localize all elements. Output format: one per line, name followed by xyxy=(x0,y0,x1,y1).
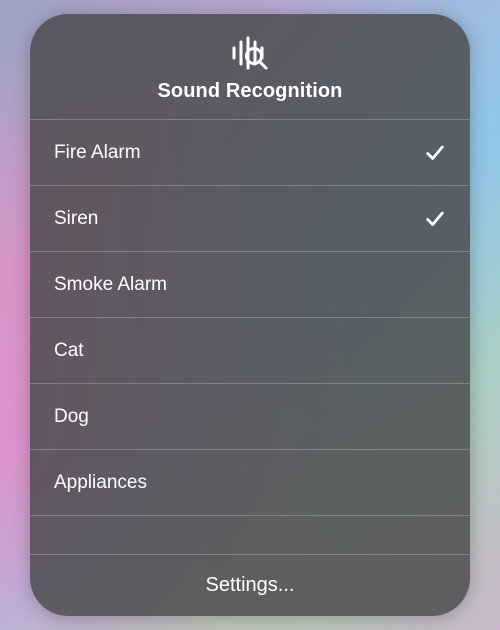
sound-label: Smoke Alarm xyxy=(54,274,167,296)
sound-label: Siren xyxy=(54,208,98,230)
sound-list: Fire Alarm Siren Smoke Alarm Cat Dog Applianc… xyxy=(30,119,470,554)
sound-row[interactable]: Dog xyxy=(30,384,470,450)
settings-button[interactable]: Settings... xyxy=(190,566,311,605)
sound-row[interactable]: Cat xyxy=(30,318,470,384)
sound-row[interactable]: Siren xyxy=(30,186,470,252)
checkmark-icon xyxy=(418,208,446,230)
sound-row[interactable]: Appliances xyxy=(30,450,470,516)
sound-label: Fire Alarm xyxy=(54,142,141,164)
panel-header: Sound Recognition xyxy=(30,14,470,119)
panel-footer: Settings... xyxy=(30,554,470,616)
sound-row[interactable]: Smoke Alarm xyxy=(30,252,470,318)
panel-title: Sound Recognition xyxy=(157,80,342,103)
sound-label: Appliances xyxy=(54,472,147,494)
checkmark-icon xyxy=(418,142,446,164)
sound-recognition-icon xyxy=(230,36,270,70)
sound-recognition-panel: Sound Recognition Fire Alarm Siren Smoke A… xyxy=(30,14,470,616)
sound-row[interactable]: Fire Alarm xyxy=(30,120,470,186)
sound-label: Dog xyxy=(54,406,89,428)
sound-label: Cat xyxy=(54,340,84,362)
